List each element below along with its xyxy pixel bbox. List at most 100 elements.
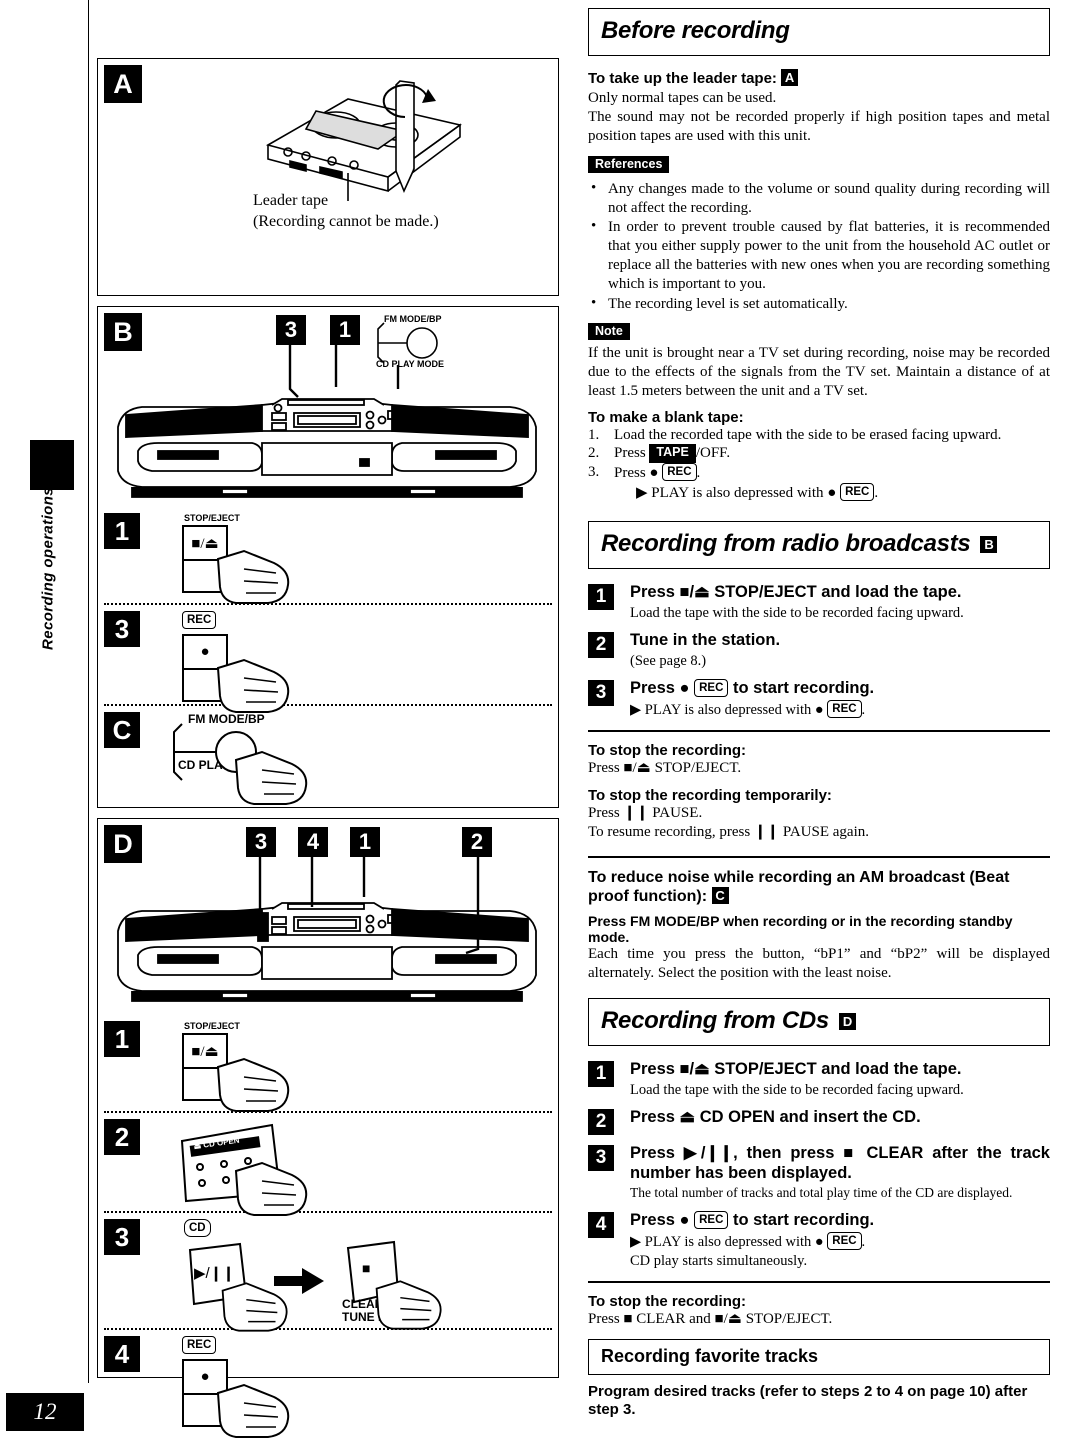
section-heading-before-recording: Before recording: [588, 8, 1050, 56]
references-tag: References: [588, 155, 670, 173]
button-label-rec: REC: [182, 611, 552, 630]
rec-keycap: REC: [694, 1210, 729, 1229]
button-label-rec: REC: [182, 1336, 552, 1355]
step-title: Press ▶/❙❙, then press ■ CLEAR after the…: [630, 1144, 1050, 1183]
step-title: Press ● REC to start recording.: [630, 678, 875, 697]
cassette-pencil-illustration: [265, 80, 462, 201]
illustration-column: A Leader tape (Recording cannot be made.…: [97, 0, 559, 1438]
pointing-hand-icon: [234, 1161, 308, 1216]
callout-3: 3: [246, 827, 276, 857]
panel-d-steps: 1 STOP/EJECT ■/⏏ 2 ⏏ CD OPEN 3 CD ▶/❙❙ ■…: [104, 1015, 552, 1438]
radio-step-2: 2 Tune in the station. (See page 8.): [588, 631, 1050, 670]
step-number: 4: [588, 1211, 614, 1238]
beat-proof-text: Each time you press the button, “bP1” an…: [588, 945, 1050, 981]
pointing-hand-icon: [375, 1280, 442, 1330]
callout-2: 2: [462, 827, 492, 857]
step-subtext: ▶ PLAY is also depressed with ● REC.: [630, 1231, 866, 1250]
panel-b-step-1: 1 STOP/EJECT ■/⏏: [104, 507, 552, 604]
callout-1: 1: [350, 827, 380, 857]
panel-letter-a: A: [104, 65, 142, 103]
tape-tag: TAPE: [649, 444, 696, 464]
panel-c: C FM MODE/BP CD PLAY MODE: [104, 704, 552, 808]
panel-d-callouts: 3 4 1 2: [246, 827, 492, 857]
divider: [588, 1280, 1050, 1283]
panel-b-step-3: 3 REC ●: [104, 603, 552, 713]
subheading-beat-proof: To reduce noise while recording an AM br…: [588, 868, 1010, 906]
step-badge-1: 1: [104, 1021, 140, 1057]
leader-paragraph-1: Only normal tapes can be used.: [588, 90, 777, 106]
figure-panel-d: D 3 4 1 2 1 STOP/EJECT ■/⏏ 2 ⏏ CD OPEN 3…: [97, 818, 559, 1438]
divider: [588, 729, 1050, 732]
cd-step-2: 2 Press ⏏ CD OPEN and insert the CD.: [588, 1108, 1050, 1136]
ref-letter-d: D: [838, 1012, 856, 1030]
subheading-blank-tape: To make a blank tape:: [588, 408, 744, 426]
step-number: 3: [588, 679, 614, 706]
blank-tape-steps: 1. Load the recorded tape with the side …: [588, 426, 1050, 504]
pointing-hand-icon: [216, 1057, 290, 1112]
step-number: 2: [588, 632, 614, 659]
stop-recording-text: Press ■/⏏ STOP/EJECT.: [588, 759, 742, 776]
list-item: Any changes made to the volume or sound …: [588, 179, 1050, 218]
step-number: 2: [588, 1109, 614, 1136]
column-rule-left: [88, 0, 89, 1383]
button-label-stop-eject: STOP/EJECT: [184, 513, 240, 523]
step-subtext: Load the tape with the side to be record…: [630, 604, 964, 621]
panel-letter-c: C: [104, 712, 140, 748]
step-badge-4: 4: [104, 1336, 140, 1372]
note-text: If the unit is brought near a TV set dur…: [588, 344, 1050, 399]
step-subtext: ▶ PLAY is also depressed with ● REC.: [630, 699, 866, 718]
step-subtext: (See page 8.): [630, 652, 707, 669]
blank-tape-note: ▶ PLAY is also depressed with ● REC.: [636, 483, 879, 502]
list-item: The recording level is set automatically…: [588, 294, 1050, 314]
rec-keycap: REC: [840, 483, 875, 502]
ref-letter-a: A: [781, 69, 799, 86]
figure-panel-a: A Leader tape (Recording cannot be made.…: [97, 58, 559, 296]
step-number: 1: [588, 584, 614, 611]
radio-step-1: 1 Press ■/⏏ STOP/EJECT and load the tape…: [588, 583, 1050, 622]
step-title: Press ■/⏏ STOP/EJECT and load the tape.: [630, 583, 962, 602]
pointing-hand-icon: [216, 658, 290, 713]
cd-step-4: 4 Press ● REC to start recording. ▶ PLAY…: [588, 1210, 1050, 1270]
step-title: Press ● REC to start recording.: [630, 1210, 875, 1229]
panel-b-leader-lines: [288, 343, 400, 398]
callout-1: 1: [330, 315, 360, 345]
step-subtext-2: CD play starts simultaneously.: [630, 1252, 808, 1269]
callout-4: 4: [298, 827, 328, 857]
subsection-favorite-tracks: Recording favorite tracks: [588, 1338, 1050, 1375]
step-subtext: The total number of tracks and total pla…: [630, 1184, 1013, 1200]
panel-a-caption: Leader tape (Recording cannot be made.): [253, 192, 439, 230]
step-title: Press ■/⏏ STOP/EJECT and load the tape.: [630, 1060, 962, 1079]
references-list: Any changes made to the volume or sound …: [588, 179, 1050, 314]
text-column: Before recording To take up the leader t…: [588, 8, 1050, 1420]
section-heading-cds: Recording from CDs D: [588, 998, 1050, 1047]
step-badge-2: 2: [104, 1119, 140, 1155]
step-title: Press ⏏ CD OPEN and insert the CD.: [630, 1108, 921, 1127]
pointing-hand-icon: [234, 750, 308, 805]
radio-step-3: 3 Press ● REC to start recording. ▶ PLAY…: [588, 678, 1050, 719]
subheading-leader-tape: To take up the leader tape: A: [588, 69, 1050, 87]
panel-letter-d: D: [104, 825, 142, 863]
list-item: 2. Press TAPE/OFF.: [588, 444, 731, 464]
list-item: 3. Press ● REC. ▶ PLAY is also depressed…: [588, 463, 1050, 503]
step-badge-3: 3: [104, 611, 140, 647]
pointing-hand-icon: [221, 1282, 288, 1332]
stop-recording-cd-text: Press ■ CLEAR and ■/⏏ STOP/EJECT.: [588, 1310, 833, 1327]
panel-b-callouts: 3 1: [276, 315, 360, 345]
button-label-stop-eject: STOP/EJECT: [184, 1021, 240, 1031]
pointing-hand-icon: [216, 1383, 290, 1438]
note-tag: Note: [588, 322, 630, 340]
rec-keycap: REC: [827, 1231, 862, 1250]
beat-proof-bold-text: Press FM MODE/BP when recording or in th…: [588, 912, 1013, 945]
subheading-stop-temporarily: To stop the recording temporarily:: [588, 786, 832, 804]
side-tab-label: Recording operations: [39, 486, 57, 651]
pause-text-2: To resume recording, press ❙❙ PAUSE agai…: [588, 823, 869, 840]
subheading-stop-recording-cd: To stop the recording:: [588, 1292, 747, 1310]
step-subtext: Load the tape with the side to be record…: [630, 1082, 964, 1099]
side-tab: Recording operations: [0, 0, 88, 1451]
step-title: Tune in the station.: [630, 631, 781, 650]
step-number: 3: [588, 1145, 614, 1172]
panel-d-step-2: 2 ⏏ CD OPEN: [104, 1111, 552, 1216]
ref-letter-c: C: [711, 887, 729, 905]
panel-letter-b: B: [104, 313, 142, 351]
figure-panel-b: B 3 1 FM MODE/BP CD PLAY MODE 1 STOP/EJE…: [97, 306, 559, 808]
